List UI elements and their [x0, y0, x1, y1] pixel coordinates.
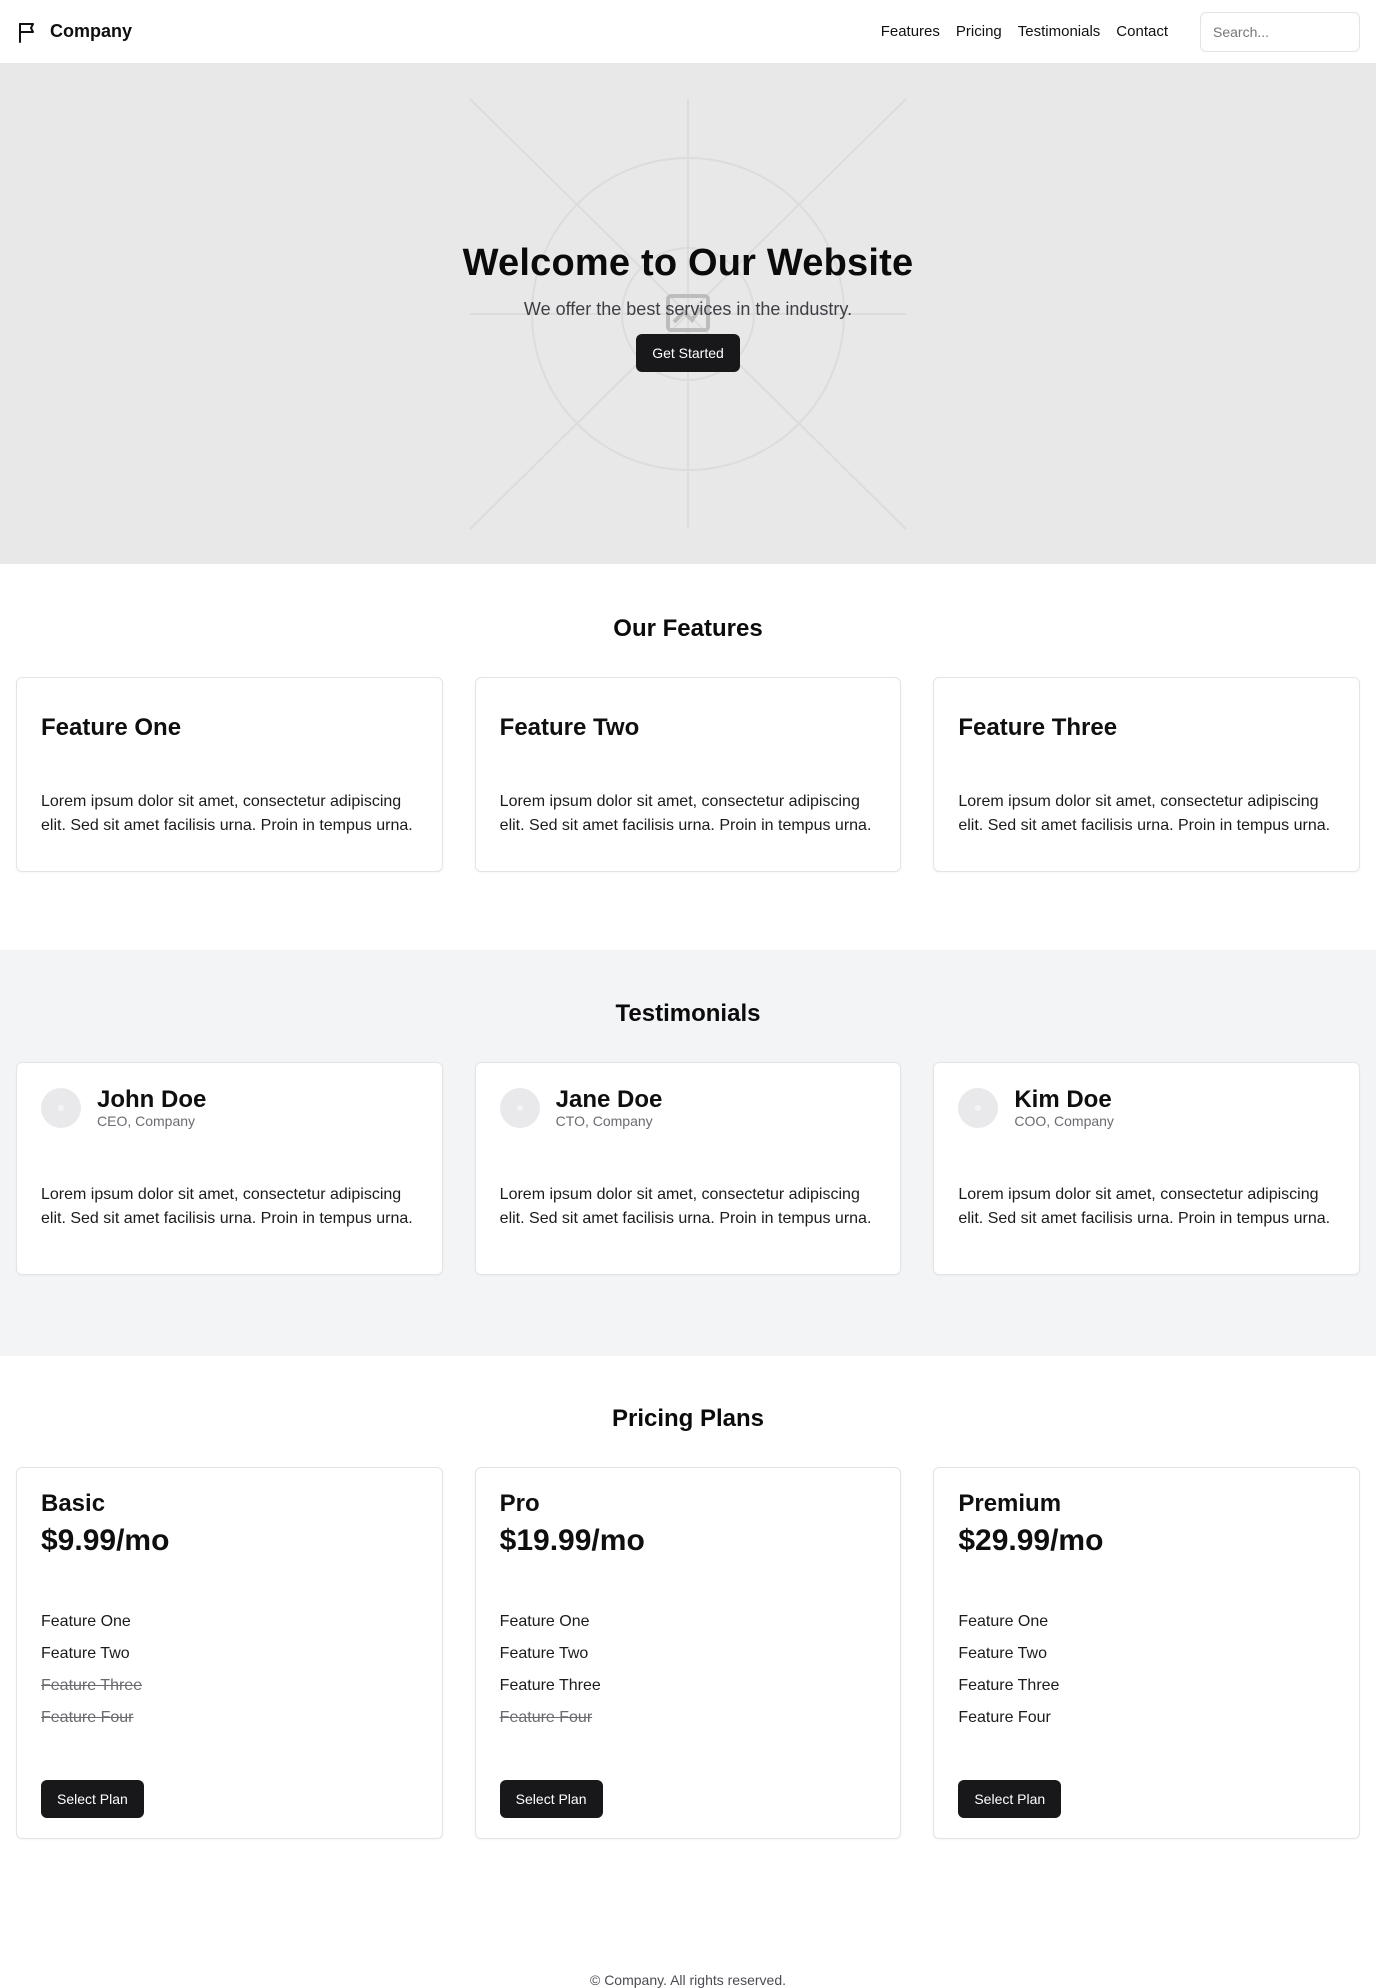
plan-price: $29.99/mo — [958, 1524, 1104, 1557]
brand-name: Company — [50, 21, 133, 41]
hero-section: Welcome to Our Website We offer the best… — [0, 64, 1376, 564]
plan-feature: Feature One — [41, 1613, 131, 1630]
main-nav: Features Pricing Testimonials Contact — [881, 23, 1168, 40]
plan-name: Pro — [499, 1490, 540, 1517]
site-footer: © Company. All rights reserved. — [0, 1912, 1376, 1988]
feature-title: Feature Three — [958, 714, 1118, 741]
avatar — [958, 1088, 999, 1128]
copyright-text: © Company. All rights reserved. — [589, 1972, 787, 1988]
get-started-button[interactable]: Get Started — [636, 334, 740, 372]
flag-icon — [19, 22, 34, 43]
plan-feature-list: Feature One Feature Two Feature Three Fe… — [500, 1606, 877, 1734]
feature-card: Feature Two Lorem ipsum dolor sit amet, … — [474, 677, 902, 872]
select-plan-button[interactable]: Select Plan — [499, 1780, 603, 1818]
plan-feature-list: Feature One Feature Two Feature Three Fe… — [41, 1606, 418, 1734]
plan-name: Premium — [958, 1490, 1062, 1517]
testimonials-title: Testimonials — [615, 1000, 761, 1027]
feature-text: Lorem ipsum dolor sit amet, consectetur … — [499, 793, 872, 834]
nav-link-contact[interactable]: Contact — [1116, 23, 1168, 40]
plan-feature-excluded: Feature Four — [499, 1709, 593, 1726]
testimonial-role: COO, Company — [1014, 1113, 1114, 1129]
pricing-section: Pricing Plans Basic $9.99/mo Feature One… — [0, 1356, 1376, 1912]
testimonial-header: John Doe CEO, Company — [41, 1087, 418, 1129]
select-plan-button[interactable]: Select Plan — [958, 1780, 1062, 1818]
testimonial-role: CEO, Company — [97, 1113, 196, 1129]
features-title: Our Features — [613, 615, 763, 642]
testimonial-role: CTO, Company — [555, 1113, 653, 1129]
plan-feature: Feature Two — [499, 1645, 589, 1662]
avatar — [41, 1088, 81, 1128]
testimonial-header: Jane Doe CTO, Company — [499, 1086, 877, 1129]
avatar-placeholder-icon — [975, 1105, 982, 1111]
hero-subtitle: We offer the best services in the indust… — [523, 299, 853, 319]
testimonial-name: John Doe — [97, 1086, 207, 1113]
feature-text: Lorem ipsum dolor sit amet, consectetur … — [41, 793, 413, 834]
hero-content: Welcome to Our Website We offer the best… — [0, 242, 1376, 372]
testimonial-name: Kim Doe — [1014, 1086, 1112, 1113]
testimonials-section: Testimonials John Doe CEO, Company Lorem… — [0, 950, 1376, 1356]
plan-price: $19.99/mo — [499, 1524, 645, 1557]
plan-feature: Feature Three — [499, 1677, 601, 1694]
plan-feature: Feature Three — [958, 1677, 1060, 1694]
testimonial-text: Lorem ipsum dolor sit amet, consectetur … — [958, 1186, 1331, 1227]
pricing-card-basic: Basic $9.99/mo Feature One Feature Two F… — [16, 1467, 443, 1839]
testimonial-text: Lorem ipsum dolor sit amet, consectetur … — [41, 1186, 413, 1227]
nav-link-features[interactable]: Features — [881, 23, 940, 40]
feature-title: Feature Two — [499, 714, 640, 741]
features-grid: Feature One Lorem ipsum dolor sit amet, … — [0, 677, 1376, 872]
plan-feature: Feature One — [499, 1613, 590, 1630]
testimonial-name: Jane Doe — [555, 1086, 663, 1113]
nav-link-testimonials[interactable]: Testimonials — [1018, 23, 1101, 40]
feature-card: Feature One Lorem ipsum dolor sit amet, … — [16, 677, 443, 872]
hero-title: Welcome to Our Website — [462, 242, 914, 284]
feature-title: Feature One — [41, 714, 182, 741]
avatar-placeholder-icon — [516, 1105, 523, 1111]
search-input[interactable] — [1200, 11, 1360, 52]
plan-feature: Feature One — [958, 1613, 1049, 1630]
testimonial-card: John Doe CEO, Company Lorem ipsum dolor … — [16, 1062, 443, 1275]
features-section: Our Features Feature One Lorem ipsum dol… — [0, 564, 1376, 950]
plan-feature-excluded: Feature Four — [41, 1709, 134, 1726]
testimonial-card: Kim Doe COO, Company Lorem ipsum dolor s… — [933, 1062, 1361, 1275]
site-header: Company Features Pricing Testimonials Co… — [0, 0, 1376, 64]
testimonial-card: Jane Doe CTO, Company Lorem ipsum dolor … — [474, 1062, 902, 1275]
pricing-card-premium: Premium $29.99/mo Feature One Feature Tw… — [933, 1467, 1361, 1839]
plan-feature: Feature Two — [41, 1645, 130, 1662]
plan-price: $9.99/mo — [41, 1524, 170, 1557]
plan-feature-excluded: Feature Three — [41, 1677, 143, 1694]
testimonials-grid: John Doe CEO, Company Lorem ipsum dolor … — [0, 1062, 1376, 1275]
select-plan-button[interactable]: Select Plan — [41, 1780, 144, 1818]
feature-card: Feature Three Lorem ipsum dolor sit amet… — [933, 677, 1361, 872]
feature-text: Lorem ipsum dolor sit amet, consectetur … — [958, 793, 1331, 834]
plan-feature: Feature Four — [958, 1709, 1051, 1726]
plan-name: Basic — [41, 1490, 106, 1517]
brand[interactable]: Company — [16, 20, 132, 44]
plan-feature-list: Feature One Feature Two Feature Three Fe… — [958, 1606, 1335, 1734]
pricing-grid: Basic $9.99/mo Feature One Feature Two F… — [0, 1467, 1376, 1839]
pricing-title: Pricing Plans — [611, 1405, 765, 1432]
testimonial-text: Lorem ipsum dolor sit amet, consectetur … — [499, 1186, 872, 1227]
avatar — [499, 1088, 540, 1128]
pricing-card-pro: Pro $19.99/mo Feature One Feature Two Fe… — [474, 1467, 902, 1839]
avatar-placeholder-icon — [58, 1105, 64, 1111]
nav-link-pricing[interactable]: Pricing — [956, 23, 1002, 40]
plan-feature: Feature Two — [958, 1645, 1047, 1662]
testimonial-header: Kim Doe COO, Company — [958, 1087, 1335, 1129]
